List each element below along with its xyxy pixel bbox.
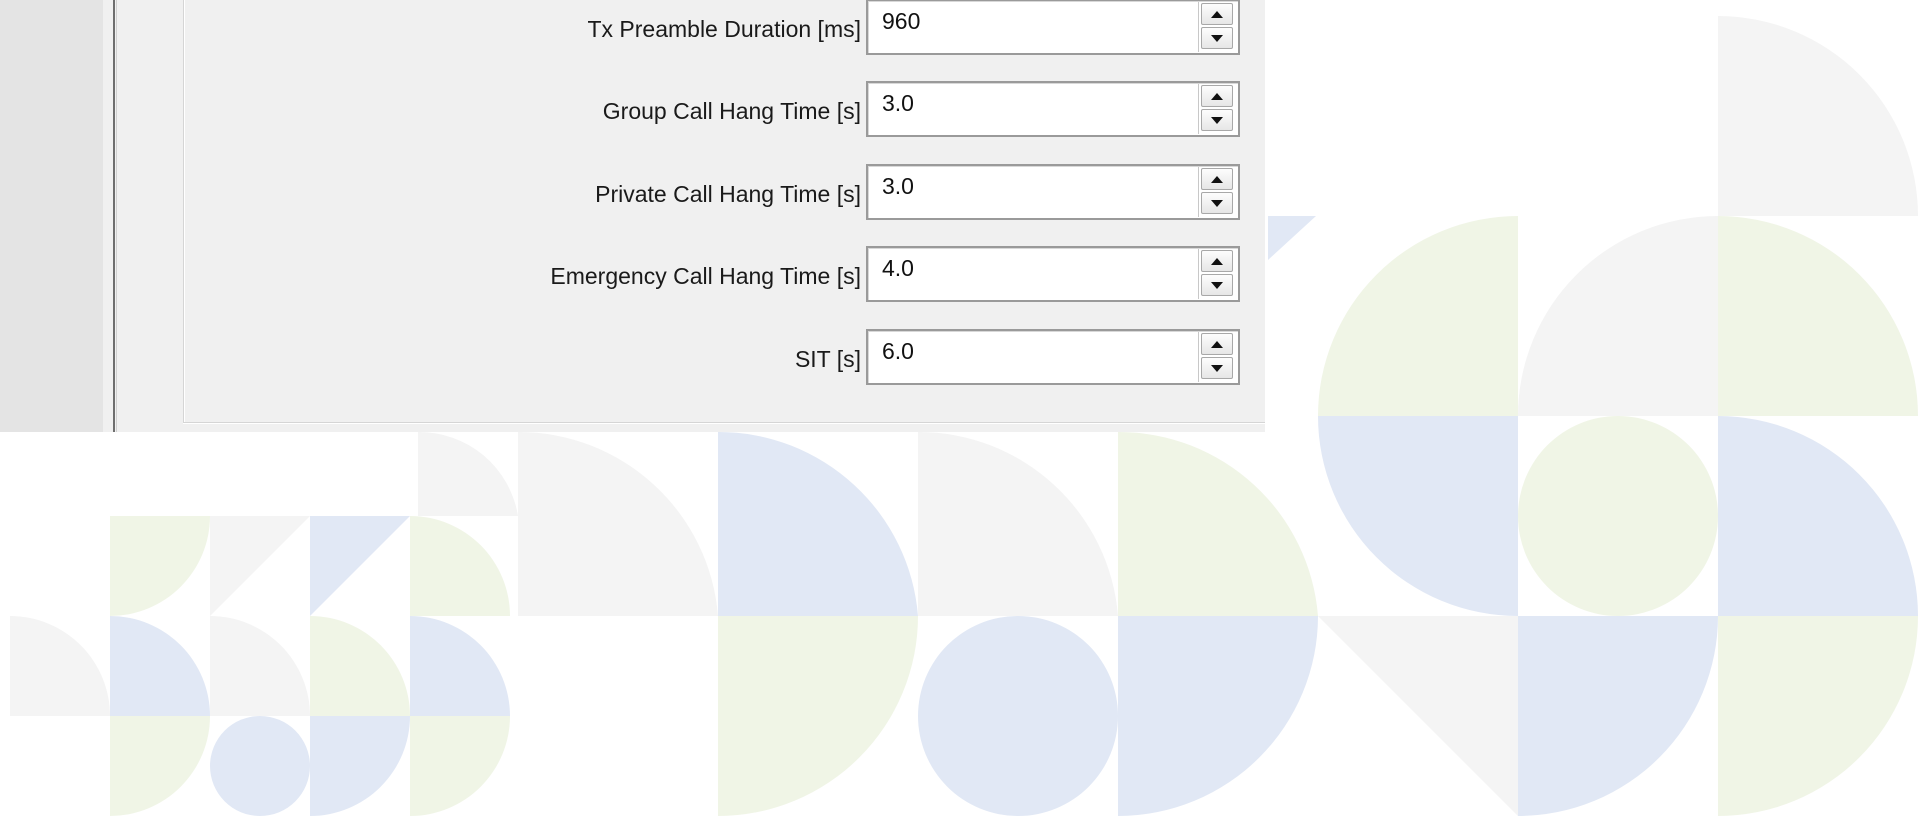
settings-content-area: Tx Preamble Duration [ms] Group Call Han… bbox=[118, 0, 1265, 432]
group-call-hang-time-decrement-button[interactable] bbox=[1201, 109, 1233, 131]
triangle-down-icon bbox=[1211, 34, 1223, 42]
triangle-up-icon bbox=[1211, 10, 1223, 18]
app-window: Tx Preamble Duration [ms] Group Call Han… bbox=[0, 0, 1265, 432]
sit-decrement-button[interactable] bbox=[1201, 357, 1233, 379]
sit-spinbox[interactable] bbox=[866, 329, 1240, 385]
tx-preamble-duration-spin-buttons bbox=[1198, 2, 1237, 52]
triangle-up-icon bbox=[1211, 175, 1223, 183]
field-row-sit: SIT [s] bbox=[118, 327, 1265, 391]
group-call-hang-time-increment-button[interactable] bbox=[1201, 85, 1233, 107]
emergency-call-hang-time-input[interactable] bbox=[868, 248, 1188, 300]
private-call-hang-time-decrement-button[interactable] bbox=[1201, 192, 1233, 214]
tx-preamble-duration-spinbox[interactable] bbox=[866, 0, 1240, 55]
field-row-private-call-hang-time: Private Call Hang Time [s] bbox=[118, 162, 1265, 226]
triangle-down-icon bbox=[1211, 364, 1223, 372]
private-call-hang-time-spinbox[interactable] bbox=[866, 164, 1240, 220]
triangle-down-icon bbox=[1211, 281, 1223, 289]
field-row-emergency-call-hang-time: Emergency Call Hang Time [s] bbox=[118, 244, 1265, 308]
tx-preamble-duration-increment-button[interactable] bbox=[1201, 3, 1233, 25]
triangle-up-icon bbox=[1211, 257, 1223, 265]
group-call-hang-time-spin-buttons bbox=[1198, 84, 1237, 134]
emergency-call-hang-time-decrement-button[interactable] bbox=[1201, 274, 1233, 296]
tx-preamble-duration-decrement-button[interactable] bbox=[1201, 27, 1233, 49]
left-navigation-panel bbox=[0, 0, 103, 432]
private-call-hang-time-increment-button[interactable] bbox=[1201, 168, 1233, 190]
triangle-up-icon bbox=[1211, 92, 1223, 100]
panel-splitter[interactable] bbox=[103, 0, 118, 432]
field-row-tx-preamble-duration: Tx Preamble Duration [ms] bbox=[118, 0, 1265, 61]
triangle-up-icon bbox=[1211, 340, 1223, 348]
field-row-group-call-hang-time: Group Call Hang Time [s] bbox=[118, 79, 1265, 143]
emergency-call-hang-time-spinbox[interactable] bbox=[866, 246, 1240, 302]
emergency-call-hang-time-label: Emergency Call Hang Time [s] bbox=[550, 263, 861, 289]
private-call-hang-time-label: Private Call Hang Time [s] bbox=[595, 181, 861, 207]
tx-preamble-duration-label: Tx Preamble Duration [ms] bbox=[587, 16, 861, 42]
group-call-hang-time-label: Group Call Hang Time [s] bbox=[602, 98, 861, 124]
group-call-hang-time-input[interactable] bbox=[868, 83, 1188, 135]
triangle-down-icon bbox=[1211, 199, 1223, 207]
private-call-hang-time-spin-buttons bbox=[1198, 167, 1237, 217]
sit-spin-buttons bbox=[1198, 332, 1237, 382]
triangle-down-icon bbox=[1211, 116, 1223, 124]
sit-label: SIT [s] bbox=[794, 346, 861, 372]
sit-increment-button[interactable] bbox=[1201, 333, 1233, 355]
sit-input[interactable] bbox=[868, 331, 1188, 383]
group-call-hang-time-spinbox[interactable] bbox=[866, 81, 1240, 137]
emergency-call-hang-time-increment-button[interactable] bbox=[1201, 250, 1233, 272]
private-call-hang-time-input[interactable] bbox=[868, 166, 1188, 218]
emergency-call-hang-time-spin-buttons bbox=[1198, 249, 1237, 299]
tx-preamble-duration-input[interactable] bbox=[868, 1, 1188, 53]
